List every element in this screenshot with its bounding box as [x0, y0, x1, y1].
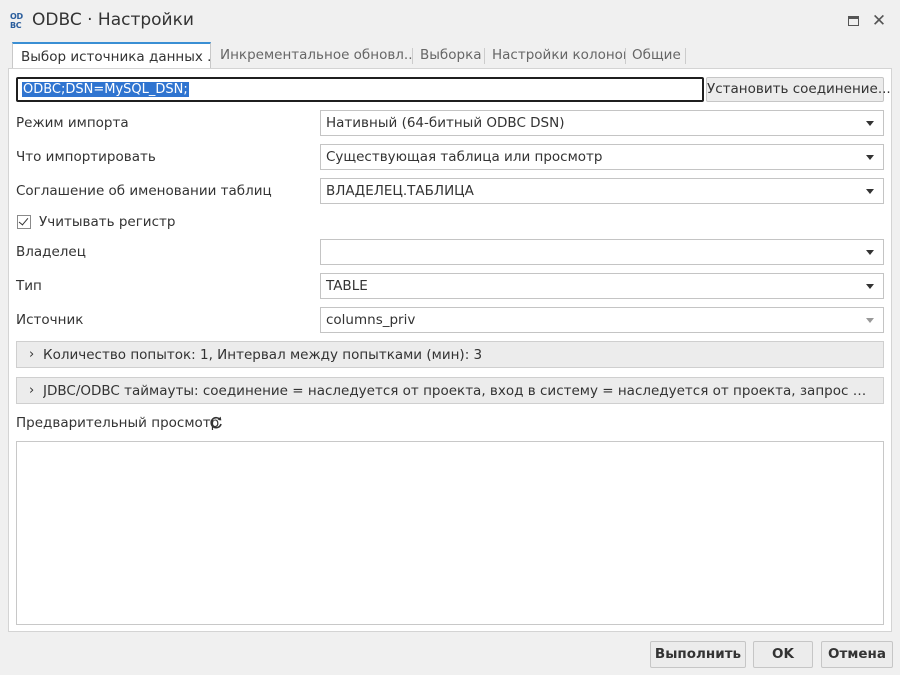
- connection-string-input[interactable]: ODBC;DSN=MySQL_DSN;: [16, 77, 704, 102]
- chevron-right-icon: ›: [29, 383, 35, 398]
- odbc-logo-icon: OD BC: [10, 12, 23, 30]
- owner-label: Владелец: [16, 244, 86, 260]
- timeouts-summary: JDBC/ODBC таймауты: соединение = наследу…: [43, 383, 873, 399]
- run-button[interactable]: Выполнить: [650, 641, 746, 668]
- source-value: columns_priv: [326, 312, 416, 328]
- tab-bar: Выбор источника данных ... Инкрементальн…: [12, 42, 888, 68]
- maximize-button[interactable]: [846, 13, 862, 29]
- chevron-down-icon: [866, 318, 874, 323]
- preview-area: [16, 441, 884, 625]
- type-label: Тип: [16, 278, 42, 294]
- checkmark-icon: [18, 215, 29, 226]
- naming-convention-label: Соглашение об именовании таблиц: [16, 183, 272, 199]
- source-select[interactable]: columns_priv: [320, 307, 884, 333]
- naming-convention-value: ВЛАДЕЛЕЦ.ТАБЛИЦА: [326, 183, 474, 199]
- what-to-import-label: Что импортировать: [16, 149, 156, 165]
- source-label: Источник: [16, 312, 84, 328]
- what-to-import-value: Существующая таблица или просмотр: [326, 149, 603, 165]
- tab-data-source[interactable]: Выбор источника данных ...: [12, 42, 211, 68]
- cancel-button[interactable]: Отмена: [821, 641, 893, 668]
- import-mode-select[interactable]: Нативный (64-битный ODBC DSN): [320, 110, 884, 136]
- case-sensitive-label: Учитывать регистр: [39, 214, 176, 230]
- title-bar: OD BC ODBC · Настройки ✕: [0, 0, 900, 42]
- close-button[interactable]: ✕: [871, 13, 887, 30]
- tab-general[interactable]: Общие: [624, 42, 686, 68]
- tab-sampling[interactable]: Выборка: [412, 42, 485, 68]
- chevron-down-icon: [866, 155, 874, 160]
- preview-label: Предварительный просмотр: [16, 415, 220, 431]
- refresh-icon[interactable]: [208, 415, 224, 431]
- case-sensitive-checkbox[interactable]: [17, 215, 31, 229]
- import-mode-label: Режим импорта: [16, 115, 129, 131]
- tab-incremental-update[interactable]: Инкрементальное обновл...: [212, 42, 413, 68]
- chevron-down-icon: [866, 250, 874, 255]
- naming-convention-select[interactable]: ВЛАДЕЛЕЦ.ТАБЛИЦА: [320, 178, 884, 204]
- retries-section[interactable]: › Количество попыток: 1, Интервал между …: [16, 341, 884, 368]
- connection-string-value: ODBC;DSN=MySQL_DSN;: [22, 82, 189, 97]
- maximize-icon: [848, 16, 859, 26]
- owner-select[interactable]: [320, 239, 884, 265]
- what-to-import-select[interactable]: Существующая таблица или просмотр: [320, 144, 884, 170]
- retries-summary: Количество попыток: 1, Интервал между по…: [43, 347, 483, 363]
- odbc-settings-dialog: OD BC ODBC · Настройки ✕ Выбор источника …: [0, 0, 900, 675]
- window-title: ODBC · Настройки: [32, 10, 194, 30]
- chevron-down-icon: [866, 189, 874, 194]
- chevron-down-icon: [866, 284, 874, 289]
- type-value: TABLE: [326, 278, 368, 294]
- type-select[interactable]: TABLE: [320, 273, 884, 299]
- import-mode-value: Нативный (64-битный ODBC DSN): [326, 115, 565, 131]
- connect-button[interactable]: Установить соединение...: [706, 77, 891, 102]
- chevron-down-icon: [866, 121, 874, 126]
- tab-column-settings[interactable]: Настройки колонок: [484, 42, 626, 68]
- chevron-right-icon: ›: [29, 347, 35, 362]
- timeouts-section[interactable]: › JDBC/ODBC таймауты: соединение = насле…: [16, 377, 884, 404]
- ok-button[interactable]: OK: [753, 641, 813, 668]
